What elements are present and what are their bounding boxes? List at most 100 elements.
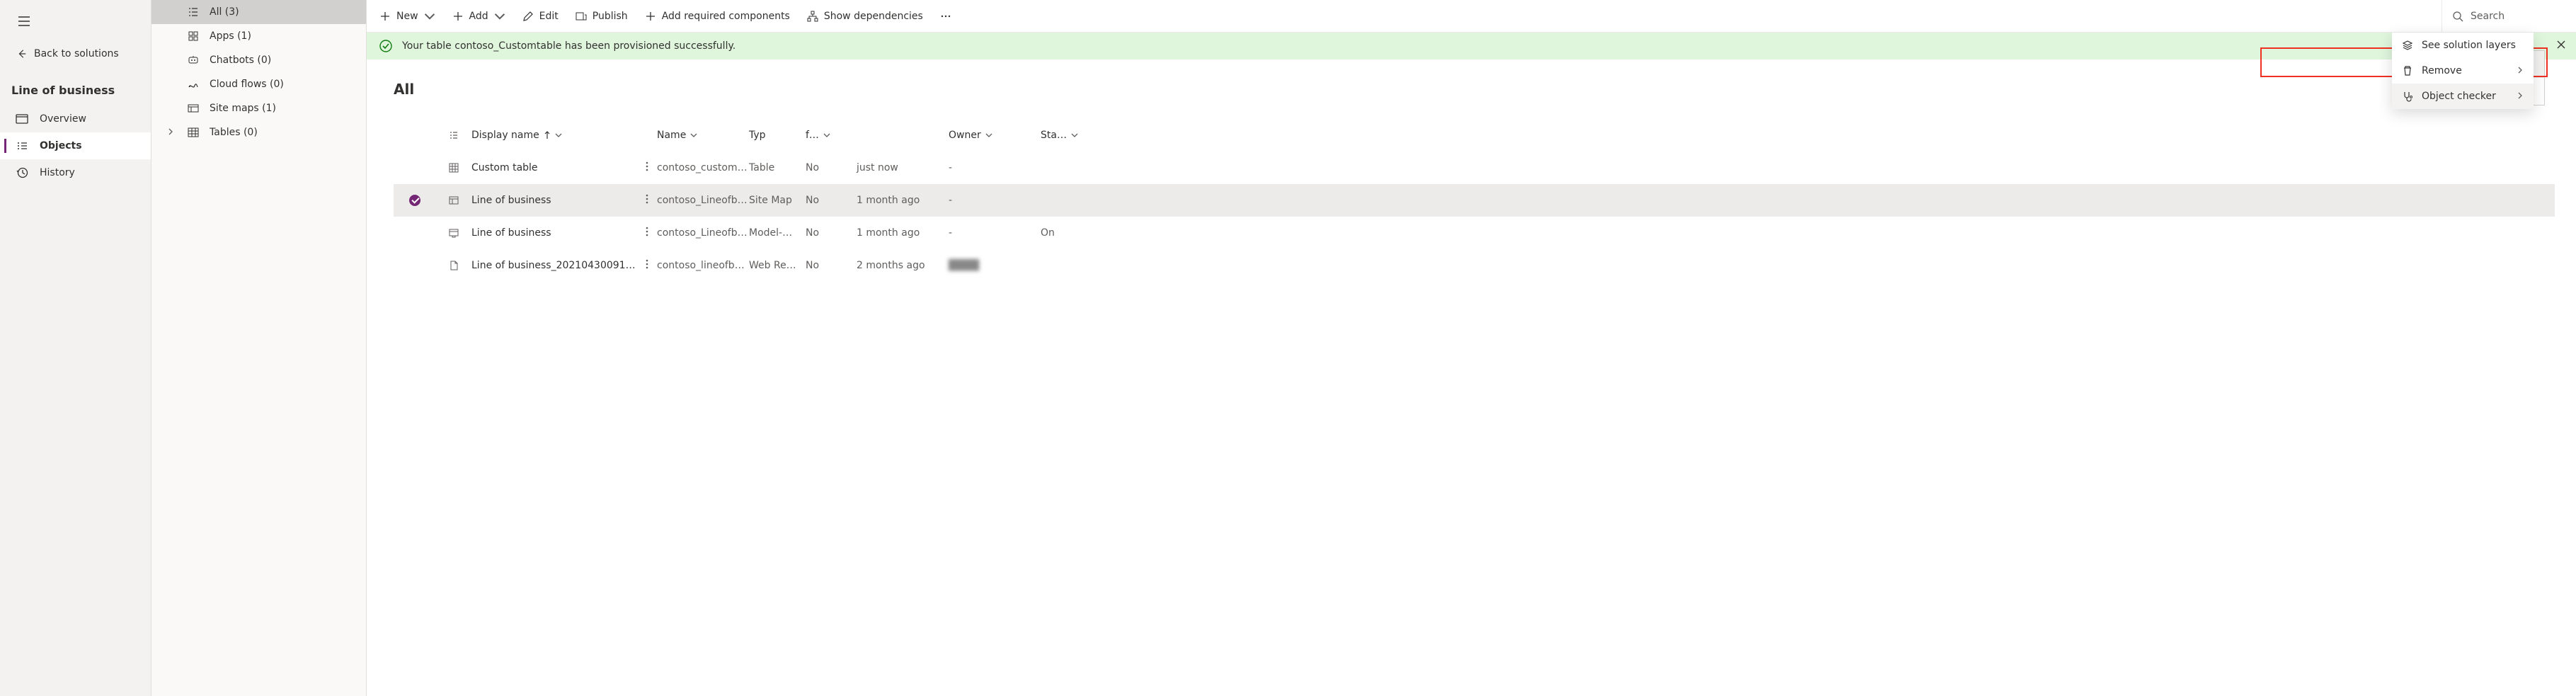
row-modified: just now [857, 162, 949, 173]
tree-chatbots[interactable]: Chatbots (0) [151, 48, 366, 72]
menu-remove[interactable]: Remove [2392, 58, 2534, 84]
chevron-right-icon [167, 127, 174, 138]
column-owner[interactable]: Owner [949, 130, 1041, 141]
row-more-button[interactable] [646, 227, 648, 239]
menu-object-checker[interactable]: Object checker [2392, 84, 2534, 109]
hamburger-icon [17, 14, 31, 28]
nav-overview[interactable]: Overview [0, 105, 151, 132]
row-modified: 2 months ago [857, 260, 949, 271]
col-name-label: Name [657, 130, 686, 141]
nav-objects[interactable]: Objects [0, 132, 151, 159]
close-notification-button[interactable] [2556, 40, 2566, 52]
table-row[interactable]: Line of businesscontoso_Lineofb…Site Map… [394, 184, 2555, 217]
row-state: On [1041, 227, 1083, 239]
tree-tables-label: Tables (0) [210, 127, 258, 138]
column-f[interactable]: f… [806, 130, 857, 141]
row-name: contoso_customt… [657, 162, 749, 173]
row-display-name: Custom table [471, 162, 538, 173]
row-type-icon [436, 195, 471, 205]
row-more-button[interactable] [646, 161, 648, 174]
table-row[interactable]: Custom tablecontoso_customt…TableNojust … [394, 152, 2555, 184]
row-more-button[interactable] [646, 194, 648, 207]
menu-see-layers-label: See solution layers [2422, 40, 2516, 51]
list-icon [187, 6, 200, 18]
tree-all[interactable]: All (3) [151, 0, 366, 24]
new-button[interactable]: New [372, 6, 442, 26]
success-notification: Your table contoso_Customtable has been … [367, 33, 2576, 59]
nav-history[interactable]: History [0, 159, 151, 186]
col-type-label: Typ [749, 130, 766, 141]
column-display-name[interactable]: Display name [471, 130, 657, 141]
column-icon-header[interactable] [436, 130, 471, 140]
tree-cloudflows[interactable]: Cloud flows (0) [151, 72, 366, 96]
chatbot-icon [187, 54, 200, 67]
row-owner: - [949, 162, 1041, 173]
show-deps-label: Show dependencies [824, 11, 923, 22]
main-panel: New Add Edit Publish Add required compon… [367, 0, 2576, 696]
row-display-name: Line of business_20210430091… [471, 260, 636, 271]
command-bar: New Add Edit Publish Add required compon… [367, 0, 2576, 33]
col-state-label: Sta… [1041, 130, 1067, 141]
menu-object-checker-label: Object checker [2422, 91, 2496, 102]
tree-apps-label: Apps (1) [210, 30, 251, 42]
row-type-icon [436, 163, 471, 173]
chevron-right-icon [2517, 65, 2524, 76]
hamburger-button[interactable] [0, 0, 151, 38]
table-row[interactable]: Line of businesscontoso_Lineofb…Model-…N… [394, 217, 2555, 249]
column-state[interactable]: Sta… [1041, 130, 1083, 141]
overflow-button[interactable] [933, 6, 958, 26]
tree-tables[interactable]: Tables (0) [151, 120, 366, 144]
trash-icon [2402, 65, 2413, 76]
row-type-icon [436, 228, 471, 238]
add-button[interactable]: Add [445, 6, 513, 26]
plus-icon [645, 11, 656, 22]
publish-icon [576, 11, 587, 22]
arrow-left-icon [17, 49, 27, 59]
chevron-right-icon [2517, 91, 2524, 102]
chevron-down-icon [823, 132, 830, 139]
column-type[interactable]: Typ [749, 130, 806, 141]
chevron-down-icon [555, 132, 562, 139]
chevron-down-icon [424, 11, 435, 22]
object-tree: All (3) Apps (1) Chatbots (0) Cloud flow… [151, 0, 367, 696]
row-more-button[interactable] [646, 259, 648, 272]
table-row[interactable]: Line of business_20210430091… contoso_lin… [394, 249, 2555, 282]
row-name: contoso_lineofbu… [657, 260, 749, 271]
plus-icon [452, 11, 464, 22]
row-type: Model-… [749, 227, 806, 239]
layers-icon [2402, 40, 2413, 51]
cloudflows-icon [187, 78, 200, 91]
col-owner-label: Owner [949, 130, 981, 141]
search-box[interactable]: Search [2442, 0, 2576, 32]
back-to-solutions-link[interactable]: Back to solutions [0, 38, 151, 69]
add-required-button[interactable]: Add required components [638, 6, 797, 26]
row-checkbox[interactable] [409, 195, 420, 206]
objects-table: Display name Name Typ f… Owner [394, 119, 2555, 282]
row-owner: - [949, 195, 1041, 206]
tree-sitemaps[interactable]: Site maps (1) [151, 96, 366, 120]
menu-see-solution-layers[interactable]: See solution layers [2392, 33, 2534, 58]
edit-label: Edit [539, 11, 559, 22]
notification-text: Your table contoso_Customtable has been … [402, 40, 735, 52]
table-header: Display name Name Typ f… Owner [394, 119, 2555, 152]
publish-button[interactable]: Publish [568, 6, 635, 26]
sitemap-icon [187, 102, 200, 115]
nav-history-label: History [40, 167, 75, 178]
row-type: Table [749, 162, 806, 173]
row-type: Web Re… [749, 260, 806, 271]
search-placeholder: Search [2471, 11, 2505, 22]
column-name[interactable]: Name [657, 130, 749, 141]
tree-cloudflows-label: Cloud flows (0) [210, 79, 284, 90]
tree-apps[interactable]: Apps (1) [151, 24, 366, 48]
table-icon [187, 126, 200, 139]
tree-all-label: All (3) [210, 6, 239, 18]
overview-icon [16, 113, 28, 125]
nav-objects-label: Objects [40, 140, 82, 152]
edit-button[interactable]: Edit [515, 6, 566, 26]
menu-remove-label: Remove [2422, 65, 2462, 76]
publish-label: Publish [593, 11, 628, 22]
row-name: contoso_Lineofb… [657, 227, 749, 239]
context-menu: See solution layers Remove Object checke… [2392, 33, 2534, 109]
objects-icon [16, 139, 28, 152]
show-dependencies-button[interactable]: Show dependencies [800, 6, 930, 26]
